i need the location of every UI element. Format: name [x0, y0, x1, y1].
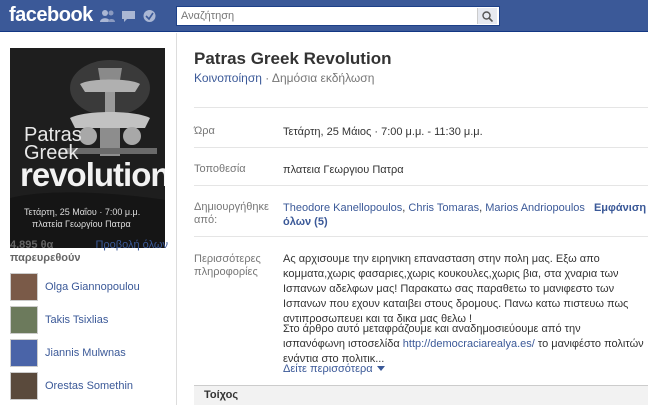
- creator-link[interactable]: Chris Tomaras: [408, 202, 479, 214]
- creators: Theodore Kanellopoulos, Chris Tomaras, M…: [283, 202, 647, 228]
- more-info-label: Περισσότερες πληροφορίες: [194, 253, 261, 278]
- notifications-icon[interactable]: [142, 9, 157, 23]
- search-button[interactable]: [477, 8, 497, 24]
- avatar[interactable]: [10, 273, 38, 301]
- attendee-count: 4.895 θα παρευρεθούν: [10, 239, 81, 264]
- created-by-label: Δημιουργήθηκε από:: [194, 201, 269, 226]
- event-poster[interactable]: Patras Greek revolution Τετάρτη, 25 Μαΐο…: [10, 48, 165, 248]
- event-subtitle: Κοινοποίηση · Δημόσια εκδήλωση: [194, 71, 374, 85]
- see-more-label: Δείτε περισσότερα: [283, 363, 373, 375]
- attendee-name[interactable]: Takis Tsixlias: [45, 314, 108, 326]
- attendee-name[interactable]: Olga Giannopoulou: [45, 281, 140, 293]
- poster-date: Τετάρτη, 25 Μαΐου · 7:00 μ.μ.: [24, 207, 141, 217]
- description-paragraph-2: Στο άρθρο αυτό μεταφράζουμε και αναδημοσ…: [283, 322, 645, 367]
- avatar[interactable]: [10, 306, 38, 334]
- divider: [194, 147, 648, 148]
- list-item[interactable]: Orestas Somethin: [10, 372, 170, 400]
- search-icon: [482, 10, 493, 22]
- top-bar: facebook: [0, 0, 648, 32]
- messages-icon[interactable]: [121, 9, 136, 23]
- poster-place: πλατεία Γεωργίου Πατρα: [32, 219, 131, 229]
- list-item[interactable]: Jiannis Mulwnas: [10, 339, 170, 367]
- time-value: Τετάρτη, 25 Μάιος · 7:00 μ.μ. - 11:30 μ.…: [283, 126, 483, 138]
- creator-link[interactable]: Theodore Kanellopoulos: [283, 202, 402, 214]
- description-paragraph: Ας αρχισουμε την ειρηνικη επανασταση στη…: [283, 253, 629, 325]
- facebook-logo[interactable]: facebook: [9, 4, 93, 27]
- see-all-attendees-link[interactable]: Προβολή όλων: [95, 239, 168, 251]
- poster-title-revolution: revolution: [20, 156, 165, 193]
- jewel-icons: [100, 9, 157, 23]
- event-main: Patras Greek Revolution Κοινοποίηση · Δη…: [177, 33, 648, 405]
- divider: [194, 236, 648, 237]
- event-type: Δημόσια εκδήλωση: [271, 71, 375, 85]
- chevron-down-icon: [376, 366, 385, 371]
- divider: [194, 107, 648, 108]
- friends-icon[interactable]: [100, 9, 115, 23]
- time-label: Ώρα: [194, 125, 215, 137]
- page-title: Patras Greek Revolution: [194, 49, 392, 68]
- share-link[interactable]: Κοινοποίηση: [194, 71, 262, 85]
- creator-link[interactable]: Marios Andriopoulos: [485, 202, 585, 214]
- list-item[interactable]: Takis Tsixlias: [10, 306, 170, 334]
- avatar[interactable]: [10, 339, 38, 367]
- attendee-name[interactable]: Orestas Somethin: [45, 380, 133, 392]
- wall-title: Τοίχος: [204, 389, 239, 401]
- avatar[interactable]: [10, 372, 38, 400]
- search-input[interactable]: [177, 7, 477, 25]
- democraciarealya-link[interactable]: http://democraciarealya.es/: [403, 338, 535, 350]
- left-column: Patras Greek revolution Τετάρτη, 25 Μαΐο…: [0, 33, 177, 405]
- search-box: [176, 6, 500, 26]
- location-label: Τοποθεσία: [194, 163, 246, 175]
- subtitle-separator: ·: [261, 71, 272, 85]
- wall-header[interactable]: Τοίχος: [194, 385, 648, 405]
- divider: [194, 185, 648, 186]
- see-more-link[interactable]: Δείτε περισσότερα: [283, 363, 385, 375]
- location-value: πλατεια Γεωργιου Πατρα: [283, 164, 404, 176]
- list-item[interactable]: Olga Giannopoulou: [10, 273, 170, 301]
- attendee-name[interactable]: Jiannis Mulwnas: [45, 347, 126, 359]
